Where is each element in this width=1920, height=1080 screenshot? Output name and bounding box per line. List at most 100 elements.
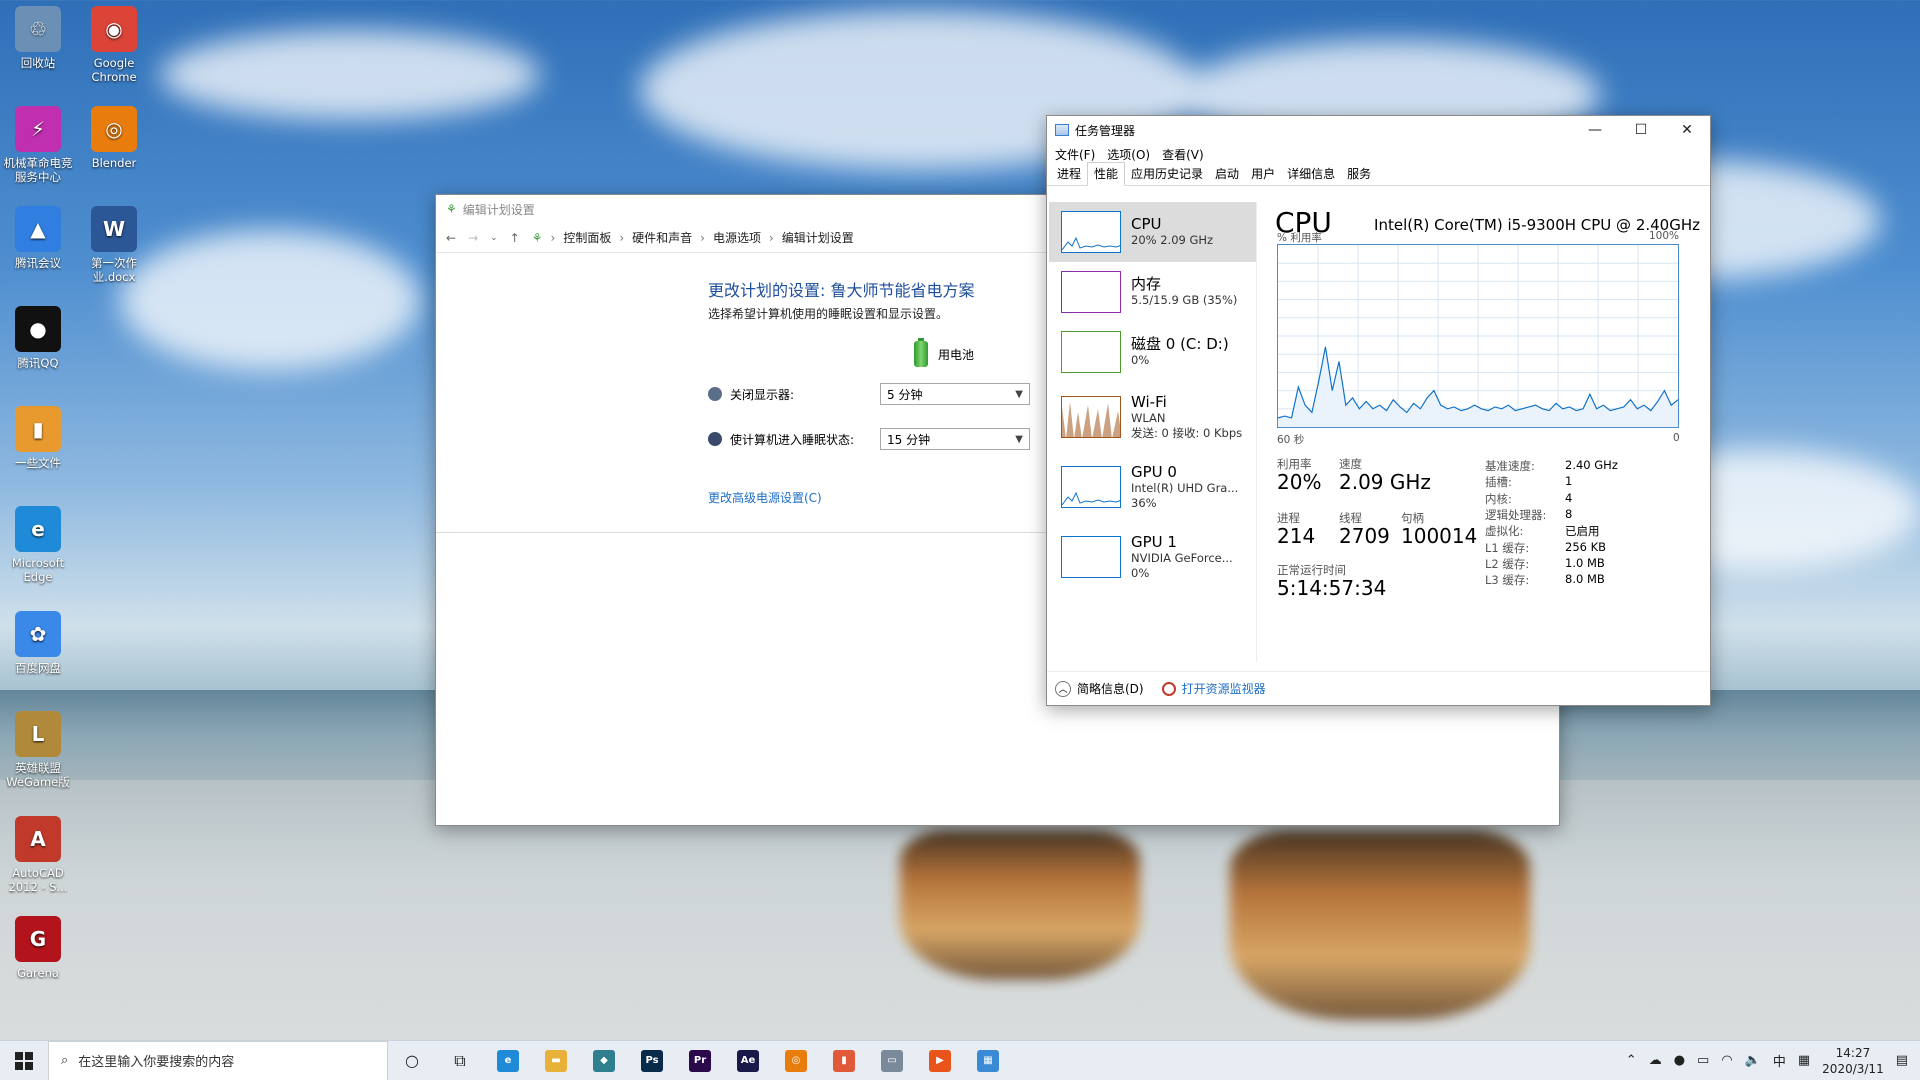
spec-value: 8.0 MB — [1565, 572, 1605, 587]
resource-detail: 0% — [1131, 353, 1150, 367]
sleep-select[interactable]: 15 分钟 ▼ — [880, 428, 1030, 450]
menu-file[interactable]: 文件(F) — [1055, 146, 1095, 163]
resource-item[interactable]: GPU 0 Intel(R) UHD Gra... 36% — [1049, 452, 1256, 522]
resource-thumbnail — [1061, 211, 1121, 253]
notification-icon[interactable]: ▤ — [1896, 1053, 1908, 1068]
chevron-down-icon: ▼ — [1015, 433, 1023, 445]
tab-details[interactable]: 详细信息 — [1281, 163, 1341, 185]
task-view-button[interactable]: ⧉ — [436, 1041, 484, 1080]
taskbar-app-photoshop[interactable]: Ps — [628, 1041, 676, 1080]
resource-name: CPU — [1131, 215, 1162, 233]
desktop-icon[interactable]: ▮ 一些文件 — [0, 406, 76, 470]
maximize-icon[interactable]: ☐ — [1618, 122, 1664, 138]
tab-services[interactable]: 服务 — [1341, 163, 1377, 185]
volume-icon[interactable]: 🔈 — [1745, 1053, 1761, 1068]
desktop-icon[interactable]: ✿ 百度网盘 — [0, 611, 76, 675]
back-arrow-icon[interactable]: ← — [446, 231, 456, 245]
desktop-icon[interactable]: L 英雄联盟WeGame版 — [0, 711, 76, 789]
resource-thumbnail — [1061, 331, 1121, 373]
chevron-up-icon[interactable]: ⌃ — [1626, 1053, 1637, 1068]
resource-detail: WLAN — [1131, 410, 1166, 425]
taskbar-search[interactable]: ⌕ 在这里输入你要搜索的内容 — [48, 1040, 388, 1080]
taskbar-app-task-manager[interactable]: ▦ — [964, 1041, 1012, 1080]
task-manager-titlebar[interactable]: 任务管理器 — ☐ ✕ — [1047, 116, 1710, 144]
search-icon: ⌕ — [61, 1053, 69, 1068]
processes-value: 214 — [1277, 524, 1316, 548]
resource-name: Wi-Fi — [1131, 392, 1167, 411]
desktop-icon[interactable]: W 第一次作业.docx — [76, 206, 152, 284]
onedrive-icon[interactable]: ☁ — [1649, 1053, 1662, 1068]
qq-tray-icon[interactable]: ● — [1674, 1053, 1685, 1068]
breadcrumb-item-edit-plan[interactable]: 编辑计划设置 — [782, 229, 854, 246]
tab-users[interactable]: 用户 — [1245, 163, 1281, 185]
breadcrumb-item-power-options[interactable]: 电源选项 — [713, 229, 761, 246]
forward-arrow-icon[interactable]: → — [468, 231, 478, 245]
breadcrumb-item-hardware[interactable]: 硬件和声音 — [632, 229, 692, 246]
resource-item[interactable]: 磁盘 0 (C: D:) 0% — [1049, 322, 1256, 382]
close-icon[interactable]: ✕ — [1664, 122, 1710, 138]
chevron-down-icon: ▼ — [1015, 388, 1023, 400]
taskbar-app-app3[interactable]: ◆ — [580, 1041, 628, 1080]
resource-item[interactable]: CPU 20% 2.09 GHz — [1049, 202, 1256, 262]
breadcrumb-separator: › — [619, 230, 625, 245]
desktop-icon[interactable]: ◉ Google Chrome — [76, 6, 152, 84]
desktop-icon[interactable]: ◎ Blender — [76, 106, 152, 170]
desktop-icon[interactable]: ♲ 回收站 — [0, 6, 76, 70]
window-controls: — ☐ ✕ — [1572, 122, 1710, 138]
fewer-details-button[interactable]: ︿ 简略信息(D) — [1055, 680, 1144, 697]
taskbar-app-app8[interactable]: ▮ — [820, 1041, 868, 1080]
taskbar-app-app9[interactable]: ▭ — [868, 1041, 916, 1080]
desktop-icon[interactable]: G Garena — [0, 916, 76, 980]
desktop-icon-label: 百度网盘 — [15, 661, 61, 675]
ime-mode-icon[interactable]: ▦ — [1798, 1053, 1810, 1068]
breadcrumb-item-control-panel[interactable]: 控制面板 — [563, 229, 611, 246]
desktop-icon[interactable]: ⚡ 机械革命电竞服务中心 — [0, 106, 76, 184]
clock-date: 2020/3/11 — [1822, 1061, 1884, 1076]
taskbar-app-edge[interactable]: e — [484, 1041, 532, 1080]
wifi-icon[interactable]: ◠ — [1721, 1053, 1732, 1068]
app8-icon: ▮ — [833, 1049, 855, 1072]
task-manager-icon — [1055, 124, 1069, 136]
advanced-power-settings-link[interactable]: 更改高级电源设置(C) — [708, 489, 822, 506]
resource-detail: 发送: 0 接收: 0 Kbps — [1131, 425, 1243, 440]
up-arrow-icon[interactable]: ↑ — [510, 231, 520, 245]
ime-indicator[interactable]: 中 — [1773, 1051, 1786, 1070]
rock-reflection — [1230, 830, 1530, 1020]
menu-options[interactable]: 选项(O) — [1107, 146, 1150, 163]
spec-key: L3 缓存: — [1485, 573, 1530, 588]
app-icon: e — [15, 506, 61, 552]
spec-key: L1 缓存: — [1485, 540, 1530, 555]
taskbar-app-blender[interactable]: ◎ — [772, 1041, 820, 1080]
taskbar-app-after-effects[interactable]: Ae — [724, 1041, 772, 1080]
task-manager-title: 任务管理器 — [1075, 123, 1136, 138]
desktop-icon[interactable]: e Microsoft Edge — [0, 506, 76, 584]
resource-name: GPU 0 — [1131, 462, 1177, 481]
taskbar-app-explorer[interactable]: ▬ — [532, 1041, 580, 1080]
battery-label: 用电池 — [938, 347, 975, 362]
menu-view[interactable]: 查看(V) — [1162, 146, 1204, 163]
recent-chevron-icon[interactable]: ⌄ — [490, 233, 498, 243]
clock[interactable]: 14:27 2020/3/11 — [1822, 1045, 1884, 1077]
taskbar-apps: e ▬ ◆ Ps Pr Ae ◎ ▮ ▭ ▶ ▦ — [484, 1041, 1012, 1080]
battery-tray-icon[interactable]: ▭ — [1697, 1053, 1709, 1068]
resource-item[interactable]: Wi-Fi WLAN 发送: 0 接收: 0 Kbps — [1049, 382, 1256, 452]
desktop-icon[interactable]: ● 腾讯QQ — [0, 306, 76, 370]
tab-performance[interactable]: 性能 — [1087, 162, 1126, 186]
taskbar-app-app10[interactable]: ▶ — [916, 1041, 964, 1080]
cortana-button[interactable]: ○ — [388, 1041, 436, 1080]
start-button[interactable] — [0, 1041, 48, 1080]
desktop-icon[interactable]: ▲ 腾讯会议 — [0, 206, 76, 270]
tab-app-history[interactable]: 应用历史记录 — [1125, 163, 1209, 185]
resource-name: GPU 1 — [1131, 532, 1177, 551]
tab-processes[interactable]: 进程 — [1051, 163, 1087, 185]
minimize-icon[interactable]: — — [1572, 122, 1618, 138]
taskbar-app-premiere[interactable]: Pr — [676, 1041, 724, 1080]
resource-item[interactable]: 内存 5.5/15.9 GB (35%) — [1049, 262, 1256, 322]
circle-icon: ○ — [405, 1051, 419, 1070]
resource-item[interactable]: GPU 1 NVIDIA GeForce... 0% — [1049, 522, 1256, 592]
desktop-icon[interactable]: A AutoCAD 2012 - S... — [0, 816, 76, 894]
open-resource-monitor-link[interactable]: 打开资源监视器 — [1161, 680, 1266, 697]
display-off-select[interactable]: 5 分钟 ▼ — [880, 383, 1030, 405]
battery-icon — [914, 338, 928, 367]
tab-startup[interactable]: 启动 — [1209, 163, 1245, 185]
